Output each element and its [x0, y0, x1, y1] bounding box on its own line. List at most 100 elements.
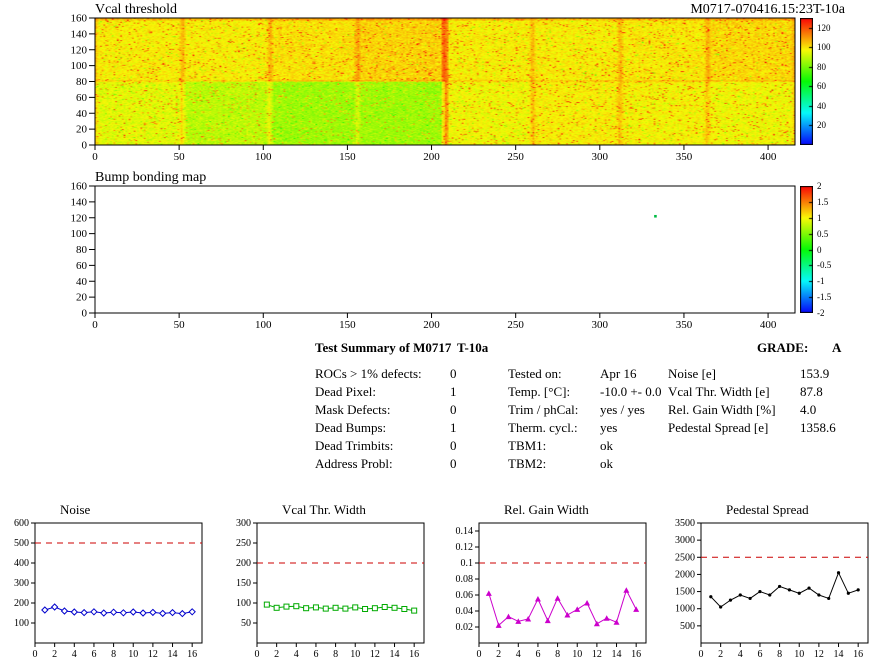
defect-value: 1 [450, 384, 457, 400]
bump-colorbar: -2 -1.5 -1 -0.5 0 0.5 1 1.5 2 [800, 186, 845, 313]
svg-text:100: 100 [255, 319, 272, 331]
svg-text:150: 150 [339, 151, 356, 163]
colorbar-tick-label: 1.5 [817, 197, 828, 207]
colorbar-tick-label: 2 [817, 181, 822, 191]
svg-text:4: 4 [294, 649, 299, 660]
svg-text:20: 20 [76, 124, 88, 136]
svg-text:300: 300 [14, 578, 29, 589]
svg-text:350: 350 [676, 319, 693, 331]
condition-label: Tested on: [508, 366, 562, 382]
result-label: Noise [e] [668, 366, 716, 382]
svg-text:14: 14 [612, 649, 622, 660]
svg-text:0: 0 [82, 308, 88, 320]
condition-value: yes [600, 420, 617, 436]
svg-text:3000: 3000 [675, 535, 695, 546]
colorbar-tick-label: 0.5 [817, 229, 828, 239]
svg-text:160: 160 [71, 181, 88, 193]
svg-text:250: 250 [507, 319, 524, 331]
svg-text:160: 160 [71, 13, 88, 25]
svg-text:50: 50 [174, 151, 186, 163]
svg-text:4: 4 [516, 649, 521, 660]
defect-label: Address Probl: [315, 456, 393, 472]
svg-text:10: 10 [128, 649, 138, 660]
svg-text:0: 0 [92, 319, 98, 331]
svg-text:200: 200 [423, 151, 440, 163]
defect-label: Dead Bumps: [315, 420, 386, 436]
svg-text:16: 16 [853, 649, 863, 660]
svg-text:400: 400 [14, 558, 29, 569]
svg-text:0: 0 [92, 151, 98, 163]
svg-text:12: 12 [814, 649, 824, 660]
plot-layer: 0 2 4 6 8 10 12 14 16 100 200 300 400 500 600 [5, 515, 205, 665]
svg-text:40: 40 [76, 276, 88, 288]
colorbar-tick-label: -0.5 [817, 260, 831, 270]
svg-text:150: 150 [236, 578, 251, 589]
svg-text:0.02: 0.02 [456, 622, 474, 633]
svg-text:12: 12 [370, 649, 380, 660]
svg-text:100: 100 [255, 151, 272, 163]
svg-text:16: 16 [409, 649, 419, 660]
colorbar-tick-label: 0 [817, 245, 822, 255]
svg-text:0.12: 0.12 [456, 542, 474, 553]
plot-layer: 0 2 4 6 8 10 12 14 160.020.040.060.080.10.120.14 [449, 515, 649, 665]
svg-text:8: 8 [111, 649, 116, 660]
axes-layer: 0 50 100 150 200 250 300 350 400 0 20 40 60 80 100 120 1… [55, 12, 813, 164]
colorbar-tick-label: 60 [817, 81, 826, 91]
svg-text:6: 6 [757, 649, 762, 660]
svg-text:2000: 2000 [675, 569, 695, 580]
condition-label: Temp. [°C]: [508, 384, 570, 400]
noise-plot: 0 2 4 6 8 10 12 14 16 100 200 300 400 500 600 [5, 515, 205, 665]
svg-text:60: 60 [76, 260, 88, 272]
svg-text:350: 350 [676, 151, 693, 163]
condition-value: Apr 16 [600, 366, 636, 382]
svg-text:8: 8 [777, 649, 782, 660]
svg-text:100: 100 [14, 618, 29, 629]
svg-text:0.04: 0.04 [456, 606, 474, 617]
svg-text:40: 40 [76, 108, 88, 120]
defect-label: Dead Pixel: [315, 384, 376, 400]
svg-text:80: 80 [76, 244, 88, 256]
svg-text:0.14: 0.14 [456, 526, 474, 537]
svg-text:0: 0 [255, 649, 260, 660]
svg-text:200: 200 [14, 598, 29, 609]
colorbar-tick-label: 20 [817, 120, 826, 130]
result-value: 87.8 [800, 384, 823, 400]
summary-module: T-10a [457, 340, 488, 356]
defect-label: Dead Trimbits: [315, 438, 393, 454]
colorbar-tick-label: -1.5 [817, 292, 831, 302]
svg-text:250: 250 [236, 538, 251, 549]
svg-text:16: 16 [631, 649, 641, 660]
defect-value: 0 [450, 402, 457, 418]
summary-title: Test Summary of M0717 [315, 340, 451, 356]
svg-text:50: 50 [241, 618, 251, 629]
defect-label: Mask Defects: [315, 402, 390, 418]
svg-text:4: 4 [72, 649, 77, 660]
svg-text:10: 10 [572, 649, 582, 660]
svg-text:2500: 2500 [675, 552, 695, 563]
svg-text:200: 200 [236, 558, 251, 569]
colorbar-tick-label: 1 [817, 213, 822, 223]
svg-text:250: 250 [507, 151, 524, 163]
svg-text:14: 14 [168, 649, 178, 660]
svg-text:0: 0 [699, 649, 704, 660]
axes-layer: 0 50 100 150 200 250 300 350 400 0 20 40 60 80 100 120 1… [55, 180, 813, 332]
result-label: Pedestal Spread [e] [668, 420, 768, 436]
svg-text:300: 300 [236, 518, 251, 529]
svg-text:50: 50 [174, 319, 186, 331]
svg-text:200: 200 [423, 319, 440, 331]
colorbar-gradient [800, 18, 813, 145]
svg-text:300: 300 [592, 151, 609, 163]
condition-label: Therm. cycl.: [508, 420, 578, 436]
plot-layer: 0 2 4 6 8 10 12 14 16 500 1000 1500 2000 2500 3000 3500 [671, 515, 871, 665]
svg-text:100: 100 [236, 598, 251, 609]
module-test-report: Vcal threshold M0717-070416.15:23T-10a 0… [0, 0, 896, 672]
svg-text:2: 2 [496, 649, 501, 660]
svg-text:8: 8 [555, 649, 560, 660]
svg-text:16: 16 [187, 649, 197, 660]
result-value: 4.0 [800, 402, 816, 418]
plot-layer: 0 2 4 6 8 10 12 14 16 50 100 150 200 250 300 [227, 515, 427, 665]
svg-text:140: 140 [71, 28, 88, 40]
svg-text:2: 2 [718, 649, 723, 660]
colorbar-tick-label: 100 [817, 42, 831, 52]
svg-text:120: 120 [71, 212, 88, 224]
